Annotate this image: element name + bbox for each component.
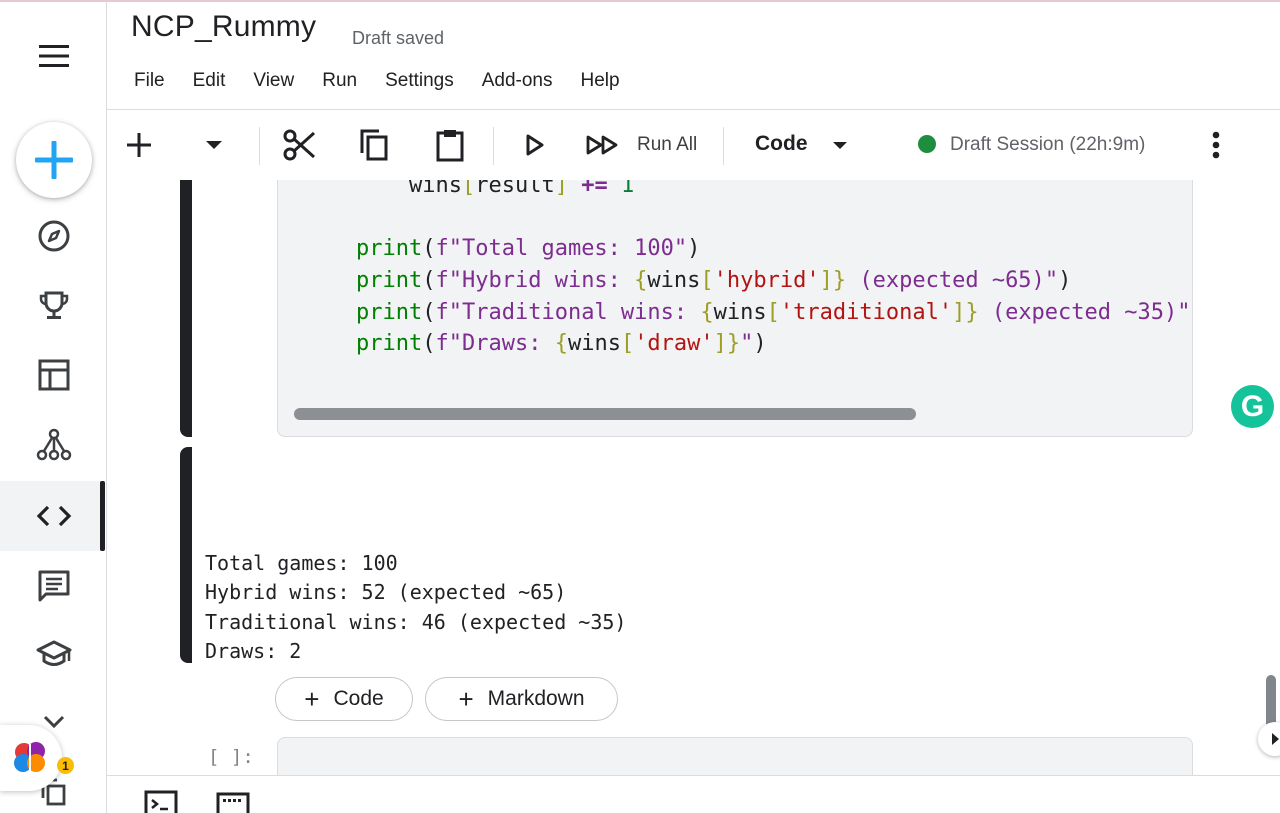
- menu-settings[interactable]: Settings: [371, 68, 468, 96]
- scrollbar-thumb[interactable]: [294, 408, 916, 420]
- notebook-content: wins[result] += 1 print(f"Total games: 1…: [107, 180, 1272, 776]
- add-markdown-cell-button[interactable]: + Markdown: [425, 677, 618, 721]
- plus-icon: +: [304, 684, 320, 714]
- table-icon[interactable]: [34, 355, 74, 395]
- model-icon[interactable]: [34, 425, 74, 465]
- empty-code-cell[interactable]: [277, 737, 1193, 776]
- menu-help[interactable]: Help: [567, 68, 634, 96]
- code-line: print(f"Hybrid wins: {wins['hybrid']} (e…: [356, 268, 1072, 294]
- code-cell-editor[interactable]: wins[result] += 1 print(f"Total games: 1…: [277, 180, 1193, 437]
- more-icon[interactable]: [1201, 126, 1231, 164]
- notebook-title[interactable]: NCP_Rummy: [131, 10, 316, 44]
- dropdown-icon[interactable]: [199, 126, 229, 164]
- keyboard-icon[interactable]: [216, 790, 252, 813]
- notification-badge: 1: [57, 757, 74, 774]
- run-icon[interactable]: [517, 126, 553, 164]
- code-line: print(f"Traditional wins: {wins['traditi…: [356, 299, 1191, 325]
- run-all-icon[interactable]: [581, 126, 625, 164]
- menu-view[interactable]: View: [239, 68, 308, 96]
- toolbar-divider: [723, 127, 724, 165]
- output-line: Total games: 100: [205, 551, 398, 575]
- school-icon[interactable]: [34, 635, 74, 675]
- add-icon: [35, 141, 73, 179]
- menu-icon[interactable]: [34, 36, 74, 76]
- grammarly-icon[interactable]: G: [1231, 385, 1274, 428]
- paste-icon[interactable]: [430, 126, 470, 164]
- cell-selection-bar: [180, 180, 192, 437]
- menu-add-ons[interactable]: Add-ons: [468, 68, 567, 96]
- comment-icon[interactable]: [34, 566, 74, 606]
- left-sidebar: [0, 2, 107, 813]
- compass-icon[interactable]: [34, 216, 74, 256]
- cell-output: Total games: 100 Hybrid wins: 52 (expecte…: [205, 549, 626, 667]
- code-icon[interactable]: [34, 496, 74, 536]
- add-code-label: Code: [333, 687, 384, 710]
- output-line: Traditional wins: 46 (expected ~35): [205, 609, 627, 634]
- menu-bar: File Edit View Run Settings Add-ons Help: [120, 68, 634, 96]
- copy-icon[interactable]: [354, 126, 394, 164]
- draft-status: Draft saved: [352, 28, 445, 48]
- menu-file[interactable]: File: [120, 68, 179, 96]
- toolbar-divider: [259, 127, 260, 165]
- menu-run[interactable]: Run: [308, 68, 371, 96]
- output-line: Hybrid wins: 52 (expected ~65): [205, 580, 567, 605]
- code-line: wins[result] += 1: [356, 180, 635, 198]
- create-button[interactable]: [16, 122, 92, 198]
- bottom-divider: [107, 775, 1280, 776]
- horizontal-scrollbar[interactable]: [294, 408, 1174, 421]
- toolbar-divider: [493, 127, 494, 165]
- add-cell-icon[interactable]: [121, 126, 157, 164]
- session-status-icon: [918, 135, 936, 153]
- cell-execution-prompt: [ ]:: [208, 746, 254, 768]
- terminal-icon[interactable]: [144, 790, 180, 813]
- expand-panel-button[interactable]: [1258, 722, 1280, 756]
- active-indicator: [100, 481, 105, 551]
- add-markdown-label: Markdown: [487, 687, 585, 710]
- code-line: print(f"Total games: 100"): [356, 236, 701, 262]
- output-selection-bar: [180, 447, 192, 663]
- chevron-down-icon[interactable]: [829, 126, 851, 164]
- top-accent-line: [0, 0, 1280, 2]
- menu-edit[interactable]: Edit: [179, 68, 240, 96]
- trophy-icon[interactable]: [34, 286, 74, 326]
- run-all-button[interactable]: Run All: [637, 134, 697, 156]
- code-line: print(f"Draws: {wins['draw']}"): [356, 331, 767, 357]
- cut-icon[interactable]: [279, 126, 319, 164]
- cell-type-select[interactable]: Code: [755, 132, 808, 156]
- plus-icon: +: [458, 684, 474, 714]
- session-status[interactable]: Draft Session (22h:9m): [950, 134, 1145, 156]
- notebook-toolbar: Run All Code Draft Session (22h:9m): [107, 110, 1280, 180]
- code-text: wins[result] += 1 print(f"Total games: 1…: [356, 180, 1191, 360]
- output-line: Draws: 2: [205, 639, 302, 664]
- play-arrow-icon: [1272, 733, 1279, 745]
- add-code-cell-button[interactable]: + Code: [275, 677, 413, 721]
- brain-icon: [14, 742, 45, 772]
